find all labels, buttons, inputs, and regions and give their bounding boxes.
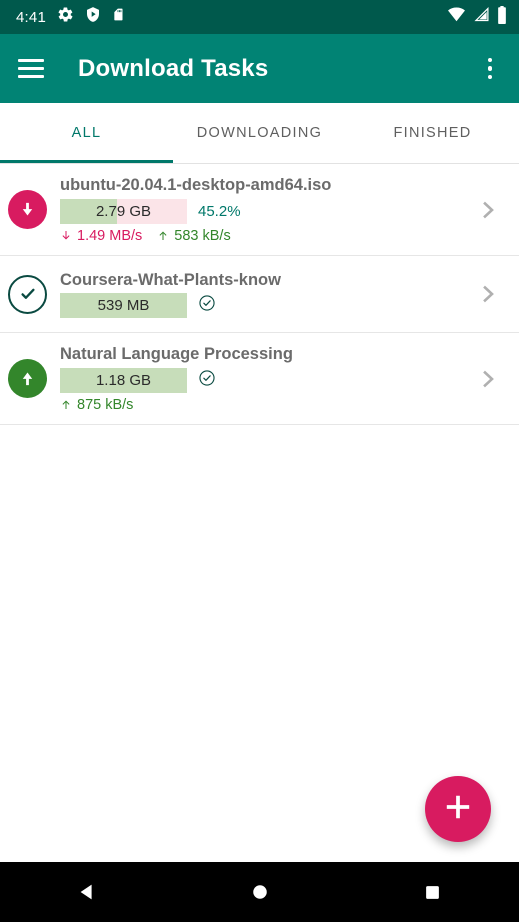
download-speed-value: 1.49 MB/s <box>77 228 142 244</box>
battery-icon <box>497 6 507 29</box>
progress-bar: 539 MB <box>60 293 187 318</box>
hamburger-menu-icon[interactable] <box>18 59 44 78</box>
task-speeds: 1.49 MB/s 583 kB/s <box>60 228 465 244</box>
page-title: Download Tasks <box>78 55 268 83</box>
app-bar: Download Tasks <box>0 34 519 103</box>
home-circle-icon[interactable] <box>173 883 346 901</box>
tab-downloading[interactable]: DOWNLOADING <box>173 103 346 163</box>
upload-speed: 875 kB/s <box>60 397 133 413</box>
back-triangle-icon[interactable] <box>0 881 173 903</box>
chevron-right-icon[interactable] <box>471 193 505 227</box>
task-progress-row: 539 MB <box>60 293 465 318</box>
app-screen: 4:41 Download Ta <box>0 0 519 922</box>
download-arrow-circle-icon[interactable] <box>8 190 47 229</box>
download-speed: 1.49 MB/s <box>60 228 142 244</box>
add-task-button[interactable] <box>425 776 491 842</box>
recents-square-icon[interactable] <box>346 884 519 901</box>
table-row[interactable]: Natural Language Processing 1.18 GB 875 … <box>0 333 519 425</box>
tab-finished[interactable]: FINISHED <box>346 103 519 163</box>
task-info: Coursera-What-Plants-know 539 MB <box>47 270 465 319</box>
task-title: ubuntu-20.04.1-desktop-amd64.iso <box>60 175 465 196</box>
tab-finished-label: FINISHED <box>393 125 471 141</box>
complete-check-icon <box>198 369 216 392</box>
upload-speed-value: 583 kB/s <box>174 228 230 244</box>
progress-bar: 1.18 GB <box>60 368 187 393</box>
task-info: ubuntu-20.04.1-desktop-amd64.iso 2.79 GB… <box>47 175 465 244</box>
chevron-right-icon[interactable] <box>471 362 505 396</box>
download-task-list: ubuntu-20.04.1-desktop-amd64.iso 2.79 GB… <box>0 164 519 862</box>
android-nav-bar <box>0 862 519 922</box>
table-row[interactable]: Coursera-What-Plants-know 539 MB <box>0 256 519 333</box>
complete-check-icon <box>198 294 216 317</box>
task-title: Natural Language Processing <box>60 344 465 365</box>
task-info: Natural Language Processing 1.18 GB 875 … <box>47 344 465 413</box>
chevron-right-icon[interactable] <box>471 277 505 311</box>
task-size: 2.79 GB <box>96 203 151 220</box>
cell-signal-icon <box>473 7 490 27</box>
upload-speed-value: 875 kB/s <box>77 397 133 413</box>
upload-speed: 583 kB/s <box>157 228 230 244</box>
task-speeds: 875 kB/s <box>60 397 465 413</box>
task-progress-row: 1.18 GB <box>60 368 465 393</box>
task-size: 1.18 GB <box>96 372 151 389</box>
check-circle-outline-icon[interactable] <box>8 275 47 314</box>
settings-gear-icon <box>57 6 74 28</box>
tab-all-label: ALL <box>72 125 102 141</box>
wifi-icon <box>447 7 466 27</box>
tab-all[interactable]: ALL <box>0 103 173 163</box>
progress-bar: 2.79 GB <box>60 199 187 224</box>
status-bar-right <box>447 6 507 29</box>
overflow-menu-icon[interactable] <box>479 57 501 81</box>
upload-arrow-circle-icon[interactable] <box>8 359 47 398</box>
arrow-up-icon <box>60 398 72 411</box>
tab-downloading-label: DOWNLOADING <box>197 125 322 141</box>
sd-card-icon <box>112 6 126 28</box>
task-title: Coursera-What-Plants-know <box>60 270 465 291</box>
task-progress-row: 2.79 GB 45.2% <box>60 199 465 224</box>
arrow-down-icon <box>60 229 72 242</box>
task-percent: 45.2% <box>198 203 241 220</box>
arrow-up-icon <box>157 229 169 242</box>
play-protect-shield-icon <box>85 6 101 28</box>
table-row[interactable]: ubuntu-20.04.1-desktop-amd64.iso 2.79 GB… <box>0 164 519 256</box>
task-size: 539 MB <box>98 297 150 314</box>
status-bar-clock: 4:41 <box>16 10 46 25</box>
plus-icon <box>442 791 474 828</box>
tab-bar: ALL DOWNLOADING FINISHED <box>0 103 519 164</box>
status-bar-left: 4:41 <box>16 6 126 28</box>
status-bar: 4:41 <box>0 0 519 34</box>
